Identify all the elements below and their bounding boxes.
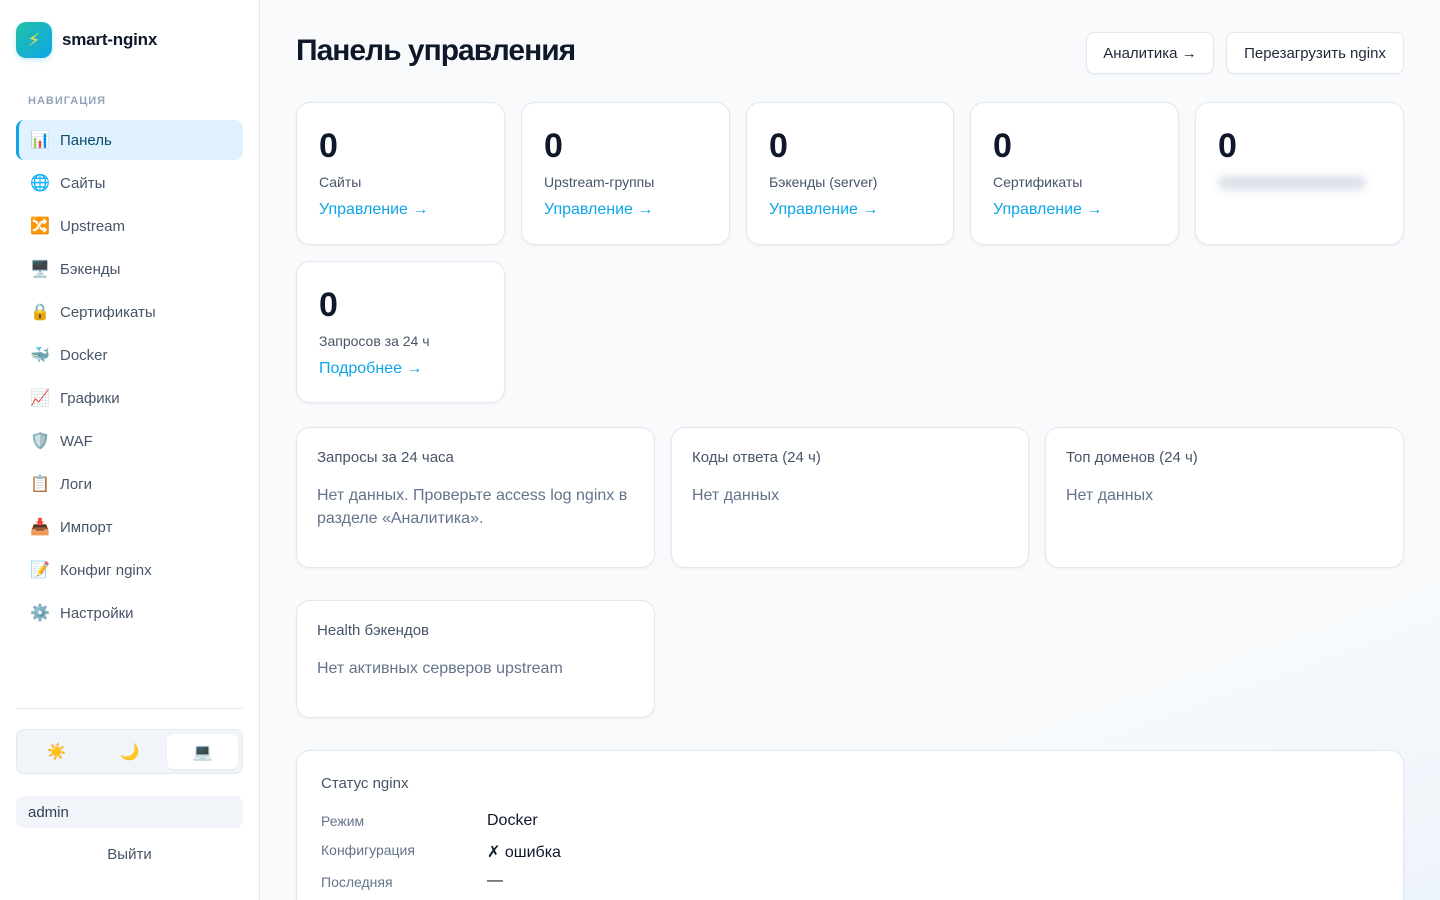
nav-heading: НАВИГАЦИЯ <box>28 95 107 107</box>
sidebar-item-label: Upstream <box>60 217 126 235</box>
logout-button[interactable]: Выйти <box>16 846 243 863</box>
brand-name: smart-nginx <box>62 30 158 49</box>
sidebar-item-label: Docker <box>60 346 108 364</box>
clipboard-icon: 📋 <box>30 476 50 493</box>
sidebar-item-import[interactable]: 📥 Импорт <box>16 507 243 547</box>
status-key-config: Конфигурация <box>321 842 415 858</box>
status-value-mode: Docker <box>487 812 538 829</box>
sidebar-item-backends[interactable]: 🖥️ Бэкенды <box>16 249 243 289</box>
panel-title: Коды ответа (24 ч) <box>692 449 821 466</box>
sidebar-item-label: Панель <box>60 131 112 149</box>
line-chart-icon: 📈 <box>30 390 50 407</box>
sidebar-item-label: Логи <box>60 475 93 493</box>
stat-label: Бэкенды (server) <box>769 174 878 190</box>
inbox-tray-icon: 📥 <box>30 519 50 536</box>
panel-text: Нет активных серверов upstream <box>317 660 563 677</box>
panel-text: Нет данных. Проверьте access log nginx в… <box>317 487 628 527</box>
top-domains-panel: Топ доменов (24 ч) Нет данных <box>1045 427 1404 568</box>
memo-icon: 📝 <box>30 562 50 579</box>
status-value-last: — <box>487 872 503 889</box>
stat-value: 0 <box>769 127 788 165</box>
sidebar-nav: 📊 Панель 🌐 Сайты 🔀 Upstream 🖥️ Бэкенды 🔒… <box>16 120 243 636</box>
shield-icon: 🛡️ <box>30 433 50 450</box>
sidebar-divider <box>16 708 243 709</box>
manage-backends-link[interactable]: Управление → <box>769 201 878 219</box>
laptop-icon[interactable]: 💻 <box>167 734 238 769</box>
sidebar-item-label: Графики <box>60 389 120 407</box>
sidebar-item-label: Бэкенды <box>60 260 121 278</box>
sidebar-item-label: Сайты <box>60 174 106 192</box>
shuffle-icon: 🔀 <box>30 218 50 235</box>
stat-card-upstream-groups: 0 Upstream-группы Управление → <box>521 102 730 245</box>
status-key-last: Последняя <box>321 874 393 890</box>
user-name: admin <box>16 796 243 828</box>
monitor-icon: 🖥️ <box>30 261 50 278</box>
stat-value: 0 <box>319 127 338 165</box>
panel-title: Запросы за 24 часа <box>317 449 454 466</box>
panel-title: Топ доменов (24 ч) <box>1066 449 1198 466</box>
stat-card-certificates: 0 Сертификаты Управление → <box>970 102 1179 245</box>
panel-title: Статус nginx <box>321 775 409 792</box>
stat-value: 0 <box>1218 127 1237 165</box>
panel-text: Нет данных <box>692 487 780 504</box>
sidebar-item-nginx-config[interactable]: 📝 Конфиг nginx <box>16 550 243 590</box>
sidebar-item-docker[interactable]: 🐳 Docker <box>16 335 243 375</box>
reload-nginx-button[interactable]: Перезагрузить nginx <box>1226 32 1404 74</box>
sidebar-item-settings[interactable]: ⚙️ Настройки <box>16 593 243 633</box>
sidebar-item-upstream[interactable]: 🔀 Upstream <box>16 206 243 246</box>
page-title: Панель управления <box>296 34 576 67</box>
sidebar-item-waf[interactable]: 🛡️ WAF <box>16 421 243 461</box>
stat-label: Запросов за 24 ч <box>319 333 430 349</box>
response-codes-panel: Коды ответа (24 ч) Нет данных <box>671 427 1029 568</box>
sidebar-item-certificates[interactable]: 🔒 Сертификаты <box>16 292 243 332</box>
status-key-mode: Режим <box>321 813 365 829</box>
brand[interactable]: ⚡ smart-nginx <box>16 22 157 58</box>
lock-icon: 🔒 <box>30 304 50 321</box>
sidebar-item-label: WAF <box>60 432 93 450</box>
stat-card-blurred: 0 <box>1195 102 1404 245</box>
blurred-label <box>1218 176 1366 190</box>
stat-label: Сайты <box>319 174 362 190</box>
sidebar-item-dashboard[interactable]: 📊 Панель <box>16 120 243 160</box>
requests-24h-panel: Запросы за 24 часа Нет данных. Проверьте… <box>296 427 655 568</box>
sidebar-item-label: Настройки <box>60 604 134 622</box>
stat-card-sites: 0 Сайты Управление → <box>296 102 505 245</box>
stat-value: 0 <box>544 127 563 165</box>
manage-certificates-link[interactable]: Управление → <box>993 201 1102 219</box>
sidebar: ⚡ smart-nginx НАВИГАЦИЯ 📊 Панель 🌐 Сайты… <box>0 0 260 900</box>
requests-details-link[interactable]: Подробнее → <box>319 360 422 378</box>
sun-icon[interactable]: ☀️ <box>21 734 92 769</box>
sidebar-item-logs[interactable]: 📋 Логи <box>16 464 243 504</box>
whale-icon: 🐳 <box>30 347 50 364</box>
manage-upstream-link[interactable]: Управление → <box>544 201 653 219</box>
sidebar-item-sites[interactable]: 🌐 Сайты <box>16 163 243 203</box>
manage-sites-link[interactable]: Управление → <box>319 201 428 219</box>
stat-label: Сертификаты <box>993 174 1083 190</box>
backend-health-panel: Health бэкендов Нет активных серверов up… <box>296 600 655 718</box>
analytics-button[interactable]: Аналитика → <box>1086 32 1214 74</box>
theme-switch: ☀️ 🌙 💻 <box>16 729 243 774</box>
nginx-status-panel: Статус nginx Режим Docker Конфигурация ✗… <box>296 750 1404 900</box>
sidebar-item-charts[interactable]: 📈 Графики <box>16 378 243 418</box>
panel-title: Health бэкендов <box>317 622 430 639</box>
lightning-icon: ⚡ <box>16 22 52 58</box>
sidebar-item-label: Импорт <box>60 518 113 536</box>
stat-label: Upstream-группы <box>544 174 655 190</box>
stat-card-backends: 0 Бэкенды (server) Управление → <box>746 102 954 245</box>
moon-icon[interactable]: 🌙 <box>94 734 165 769</box>
main-content: Панель управления Аналитика → Перезагруз… <box>260 0 1440 900</box>
stat-value: 0 <box>319 286 338 324</box>
stat-card-requests: 0 Запросов за 24 ч Подробнее → <box>296 261 505 403</box>
gear-icon: ⚙️ <box>30 605 50 622</box>
panel-text: Нет данных <box>1066 487 1154 504</box>
sidebar-item-label: Конфиг nginx <box>60 561 152 579</box>
stat-value: 0 <box>993 127 1012 165</box>
status-value-config: ✗ ошибка <box>487 844 561 861</box>
globe-icon: 🌐 <box>30 175 50 192</box>
sidebar-item-label: Сертификаты <box>60 303 156 321</box>
bar-chart-icon: 📊 <box>30 132 50 149</box>
